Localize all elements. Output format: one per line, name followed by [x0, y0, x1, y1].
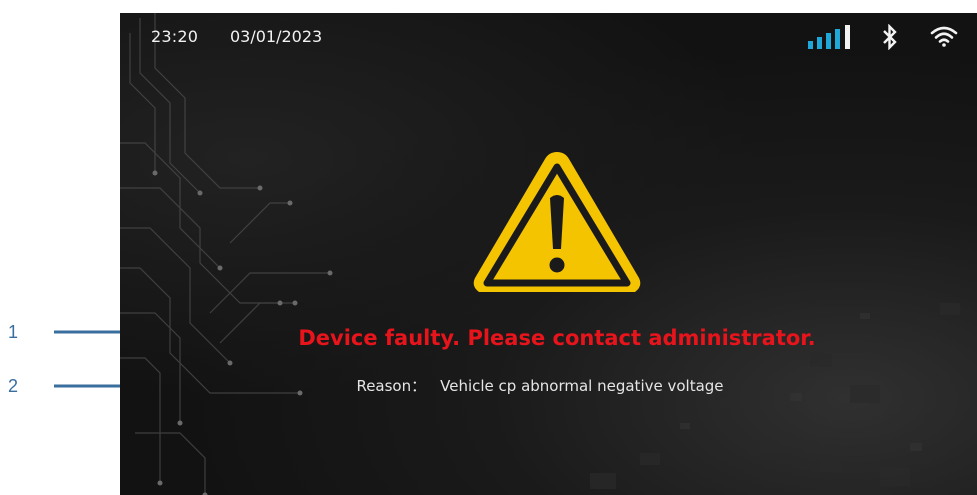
reason-text: Vehicle cp abnormal negative voltage: [440, 377, 724, 395]
signal-icon: [808, 25, 850, 49]
wifi-icon: [930, 26, 958, 47]
error-title: Device faulty. Please contact administra…: [298, 326, 816, 350]
warning-icon: [473, 152, 641, 292]
reason-label: Reason：: [356, 377, 427, 395]
status-bar: 23:20 03/01/2023: [120, 13, 977, 59]
page: 1 2 23:20 03/01/2023 Device faulty. Plea…: [0, 0, 977, 495]
device-screen: 23:20 03/01/2023 Device faulty. Please c…: [120, 13, 977, 495]
bluetooth-icon: [883, 24, 897, 50]
clock: 23:20: [151, 27, 199, 46]
callout-number: 2: [8, 376, 19, 396]
reason-line: Reason： Vehicle cp abnormal negative volt…: [120, 375, 960, 396]
circuit-pattern: [120, 13, 333, 495]
callout-number: 1: [8, 322, 19, 342]
date: 03/01/2023: [230, 27, 323, 46]
